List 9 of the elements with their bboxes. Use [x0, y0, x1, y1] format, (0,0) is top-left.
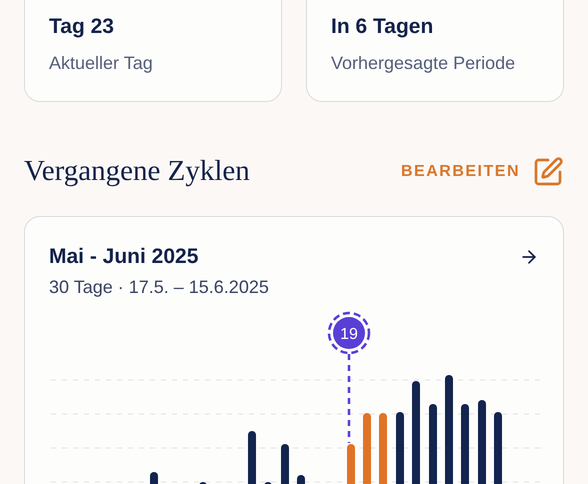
- day-marker-badge[interactable]: 19: [328, 311, 370, 354]
- cycle-title: Mai - Juni 2025: [49, 244, 198, 270]
- stat-label: Aktueller Tag: [49, 52, 154, 75]
- stat-value: In 6 Tagen: [331, 14, 434, 40]
- stat-value: Tag 23: [49, 14, 115, 40]
- cycle-card[interactable]: Mai - Juni 2025 30 Tage · 17.5. – 15.6.2025 19: [24, 216, 564, 484]
- cycle-subtitle: 30 Tage · 17.5. – 15.6.2025: [48, 276, 270, 298]
- stat-label: Vorhergesagte Periode: [331, 52, 516, 75]
- section-title: Vergangene Zyklen: [24, 154, 250, 189]
